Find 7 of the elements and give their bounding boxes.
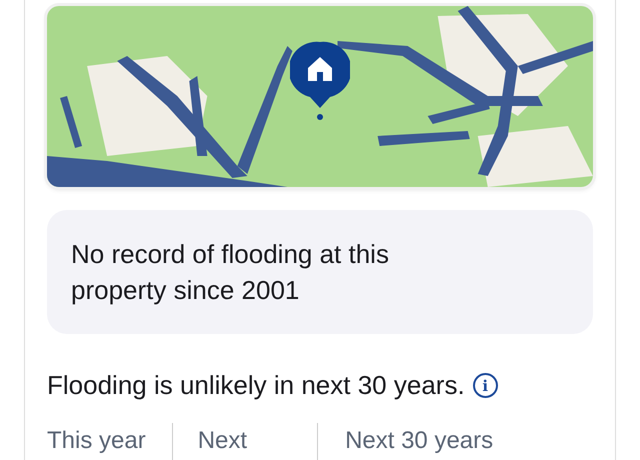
- house-pin-icon: [290, 40, 350, 120]
- flood-history-note: No record of flooding at this property since 2001: [47, 210, 593, 334]
- period-tab[interactable]: Next 30 years: [317, 423, 494, 460]
- period-tab[interactable]: This year: [47, 423, 172, 460]
- forecast-summary: Flooding is unlikely in next 30 years.: [47, 370, 465, 401]
- period-tab[interactable]: Next: [172, 423, 318, 460]
- info-icon[interactable]: i: [472, 373, 498, 398]
